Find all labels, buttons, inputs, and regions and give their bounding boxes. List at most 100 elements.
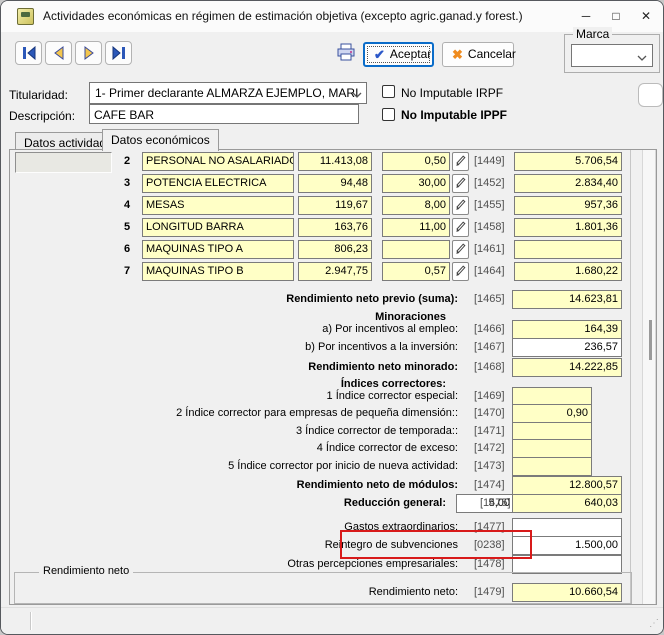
module-result-field[interactable] <box>514 240 622 259</box>
edit-button[interactable] <box>452 174 469 193</box>
module-coef-field[interactable]: 0,57 <box>382 262 450 281</box>
field-1468[interactable]: 14.222,85 <box>512 358 622 377</box>
window-title: Actividades económicas en régimen de est… <box>43 9 523 23</box>
accept-button[interactable]: ✔Aceptar <box>363 42 434 67</box>
module-name-field[interactable]: PERSONAL NO ASALARIADO <box>142 152 294 171</box>
form-row-1479: Rendimiento neto: [1479] 10.660,54 <box>10 583 656 602</box>
status-bar: ⋰ <box>1 607 663 634</box>
field-label: b) Por incentivos a la inversión: <box>305 338 458 357</box>
field-1472[interactable] <box>512 439 592 458</box>
form-row-1470: 2 Índice corrector para empresas de pequ… <box>10 404 656 423</box>
printer-icon <box>335 51 357 66</box>
titularidad-combobox[interactable]: 1- Primer declarante ALMARZA EJEMPLO, MA… <box>89 82 367 104</box>
field-1467[interactable]: 236,57 <box>512 338 622 357</box>
field-1465[interactable]: 14.623,81 <box>512 290 622 309</box>
form-row-1466: a) Por incentivos al empleo: [1466] 164,… <box>10 320 656 339</box>
field-label: 4 Índice corrector de exceso: <box>317 439 458 458</box>
edit-button[interactable] <box>452 262 469 281</box>
form-row-1477: Gastos extraordinarios: [1477] <box>10 518 656 537</box>
field-code: [1449] <box>474 152 518 171</box>
field-1475[interactable]: 640,03 <box>512 494 622 513</box>
status-separator <box>30 612 31 630</box>
module-base-field[interactable]: 806,23 <box>298 240 372 259</box>
row-number: 7 <box>116 262 138 281</box>
descripcion-label: Descripción: <box>9 109 75 123</box>
field-1473[interactable] <box>512 457 592 476</box>
pencil-icon <box>455 177 466 192</box>
field-label: a) Por incentivos al empleo: <box>322 320 458 339</box>
module-row: 3 POTENCIA ELECTRICA 94,48 30,00 [1452] … <box>10 174 656 193</box>
module-name-field[interactable]: MAQUINAS TIPO B <box>142 262 294 281</box>
descripcion-input[interactable]: CAFE BAR <box>89 104 359 124</box>
pencil-icon <box>455 243 466 258</box>
print-button[interactable] <box>334 42 358 65</box>
module-name-field[interactable]: MESAS <box>142 196 294 215</box>
edit-button[interactable] <box>452 152 469 171</box>
chevron-down-icon[interactable] <box>634 48 650 63</box>
dialog-window: Actividades económicas en régimen de est… <box>0 0 664 635</box>
titularidad-value: 1- Primer declarante ALMARZA EJEMPLO, MA… <box>95 86 358 100</box>
first-record-button[interactable] <box>15 41 42 65</box>
resize-grip-icon[interactable]: ⋰ <box>646 617 659 630</box>
field-code: [1458] <box>474 218 518 237</box>
module-coef-field[interactable]: 11,00 <box>382 218 450 237</box>
module-coef-field[interactable]: 8,00 <box>382 196 450 215</box>
app-icon <box>17 8 34 25</box>
cancel-button[interactable]: ✖Cancelar <box>442 42 514 67</box>
form-row-1468: Rendimiento neto minorado: [1468] 14.222… <box>10 358 656 377</box>
form-row-1465: Rendimiento neto previo (suma): [1465] 1… <box>10 290 656 309</box>
module-base-field[interactable]: 2.947,75 <box>298 262 372 281</box>
module-result-field[interactable]: 1.680,22 <box>514 262 622 281</box>
form-row-1474: Rendimiento neto de módulos: [1474] 12.8… <box>10 476 656 495</box>
datos-economicos-panel: 2 PERSONAL NO ASALARIADO 11.413,08 0,50 … <box>9 149 657 605</box>
rendimiento-neto-group-label: Rendimiento neto <box>39 565 133 577</box>
no-imputable-irpf-checkbox[interactable] <box>382 85 395 98</box>
field-1466[interactable]: 164,39 <box>512 320 622 339</box>
field-1479[interactable]: 10.660,54 <box>512 583 622 602</box>
close-button[interactable]: ✕ <box>631 1 661 31</box>
marca-combobox[interactable] <box>571 44 653 67</box>
field-label: Rendimiento neto: <box>369 583 458 602</box>
module-name-field[interactable]: POTENCIA ELECTRICA <box>142 174 294 193</box>
form-row-1473: 5 Índice corrector por inicio de nueva a… <box>10 457 656 476</box>
last-record-button[interactable] <box>105 41 132 65</box>
previous-record-button[interactable] <box>45 41 72 65</box>
module-base-field[interactable]: 163,76 <box>298 218 372 237</box>
module-name-field[interactable]: MAQUINAS TIPO A <box>142 240 294 259</box>
module-result-field[interactable]: 1.801,36 <box>514 218 622 237</box>
module-row: 4 MESAS 119,67 8,00 [1455] 957,36 <box>10 196 656 215</box>
field-1470[interactable]: 0,90 <box>512 404 592 423</box>
tab-datos-actividad[interactable]: Datos actividad <box>15 132 115 150</box>
form-row-1472: 4 Índice corrector de exceso: [1472] <box>10 439 656 458</box>
module-base-field[interactable]: 11.413,08 <box>298 152 372 171</box>
row-number: 6 <box>116 240 138 259</box>
module-row: 5 LONGITUD BARRA 163,76 11,00 [1458] 1.8… <box>10 218 656 237</box>
edit-button[interactable] <box>452 196 469 215</box>
row-number: 2 <box>116 152 138 171</box>
next-record-button[interactable] <box>75 41 102 65</box>
module-coef-field[interactable]: 30,00 <box>382 174 450 193</box>
tab-datos-economicos[interactable]: Datos económicos <box>102 129 219 151</box>
form-row-1467: b) Por incentivos a la inversión: [1467]… <box>10 338 656 357</box>
first-record-icon <box>21 48 37 63</box>
module-result-field[interactable]: 5.706,54 <box>514 152 622 171</box>
form-row-1475: Reducción general: 5,00 [1475] 640,03 <box>10 494 656 513</box>
highlight-red-box <box>340 530 532 559</box>
no-imputable-ippf-checkbox[interactable] <box>382 108 395 121</box>
field-1474[interactable]: 12.800,57 <box>512 476 622 495</box>
module-result-field[interactable]: 957,36 <box>514 196 622 215</box>
module-base-field[interactable]: 94,48 <box>298 174 372 193</box>
module-coef-field[interactable]: 0,50 <box>382 152 450 171</box>
corner-mini-button[interactable] <box>638 83 663 107</box>
field-label: 2 Índice corrector para empresas de pequ… <box>176 404 458 423</box>
module-coef-field[interactable] <box>382 240 450 259</box>
edit-button[interactable] <box>452 218 469 237</box>
module-result-field[interactable]: 2.834,40 <box>514 174 622 193</box>
chevron-down-icon[interactable] <box>352 87 362 101</box>
field-label: Rendimiento neto de módulos: <box>297 476 458 495</box>
edit-button[interactable] <box>452 240 469 259</box>
pencil-icon <box>455 265 466 280</box>
module-base-field[interactable]: 119,67 <box>298 196 372 215</box>
field-code: [1455] <box>474 196 518 215</box>
module-name-field[interactable]: LONGITUD BARRA <box>142 218 294 237</box>
